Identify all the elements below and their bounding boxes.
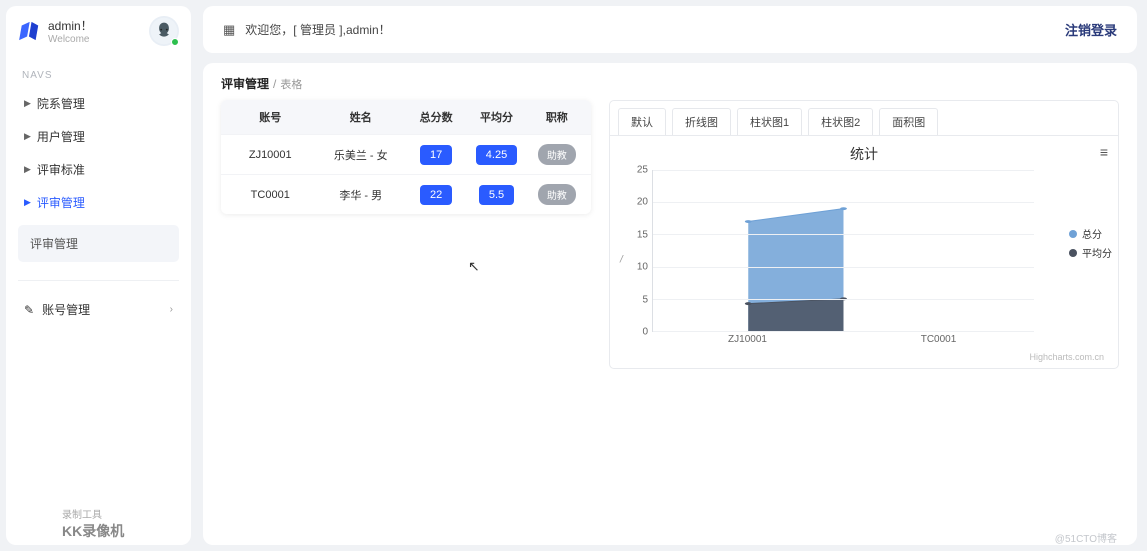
content-panel: 评审管理/表格 账号 姓名 总分数 平均分 职称 ZJ10001 乐美兰 - 女… xyxy=(203,63,1137,545)
cell-id: ZJ10001 xyxy=(225,149,316,161)
user-block: admin！ Welcome xyxy=(18,16,179,46)
chart-credit: Highcharts.com.cn xyxy=(618,350,1110,364)
chart-card: 默认 折线图 柱状图1 柱状图2 面积图 ≡ 统计 / 0510152025 xyxy=(609,100,1119,369)
tab-default[interactable]: 默认 xyxy=(618,108,666,136)
y-axis: 0510152025 xyxy=(624,170,648,332)
sidebar-item-account[interactable]: ✎ 账号管理 › xyxy=(18,293,179,326)
title-badge: 助教 xyxy=(538,184,576,205)
status-dot-icon xyxy=(171,38,179,46)
col-total: 总分数 xyxy=(406,109,466,125)
x-axis: ZJ10001TC0001 xyxy=(652,334,1034,350)
sidebar-item-label: 用户管理 xyxy=(37,128,85,145)
area-chart-svg xyxy=(653,170,1034,331)
col-avg: 平均分 xyxy=(466,109,526,125)
legend-swatch-icon xyxy=(1069,230,1077,238)
chart-plot: / 0510152025 ZJ10001TC0001 xyxy=(652,170,1034,350)
sidebar-item-dept[interactable]: ▶ 院系管理 xyxy=(18,87,179,120)
cell-id: TC0001 xyxy=(225,189,316,201)
pencil-icon: ✎ xyxy=(24,303,34,317)
user-name: admin！ xyxy=(48,17,141,34)
sidebar-item-review[interactable]: ▶ 评审管理 xyxy=(18,186,179,219)
table-row[interactable]: ZJ10001 乐美兰 - 女 17 4.25 助教 xyxy=(221,134,591,174)
total-badge: 22 xyxy=(420,185,452,205)
divider xyxy=(18,280,179,281)
chevron-right-icon: › xyxy=(170,304,173,315)
cell-name: 李华 - 男 xyxy=(316,187,407,203)
data-table: 账号 姓名 总分数 平均分 职称 ZJ10001 乐美兰 - 女 17 4.25… xyxy=(221,100,591,214)
app-logo-icon xyxy=(16,20,42,42)
total-badge: 17 xyxy=(420,145,452,165)
legend-item[interactable]: 总分 xyxy=(1069,226,1112,241)
tab-bar1[interactable]: 柱状图1 xyxy=(737,108,802,136)
col-name: 姓名 xyxy=(316,109,407,125)
chart-grid xyxy=(652,170,1034,332)
welcome-text: 欢迎您，[ 管理员 ],admin！ xyxy=(245,21,390,38)
caret-right-icon: ▶ xyxy=(24,98,31,109)
breadcrumb-main: 评审管理 xyxy=(221,77,269,91)
footer-watermark: @51CTO博客 xyxy=(1055,530,1117,545)
y-axis-label: / xyxy=(620,255,623,266)
sidebar-item-user[interactable]: ▶ 用户管理 xyxy=(18,120,179,153)
chart-menu-icon[interactable]: ≡ xyxy=(1100,144,1108,160)
caret-right-icon: ▶ xyxy=(24,164,31,175)
chart-legend: 总分 平均分 xyxy=(1069,226,1112,264)
recorder-watermark: 录制工具 KK录像机 xyxy=(62,506,124,541)
caret-right-icon: ▶ xyxy=(24,131,31,142)
sidebar-subitem-review[interactable]: 评审管理 xyxy=(18,225,179,262)
breadcrumb: 评审管理/表格 xyxy=(221,75,1119,92)
sidebar-item-label: 账号管理 xyxy=(42,301,90,318)
user-role: Welcome xyxy=(48,34,141,45)
table-header-row: 账号 姓名 总分数 平均分 职称 xyxy=(221,100,591,134)
main: ▦ 欢迎您，[ 管理员 ],admin！ 注销登录 评审管理/表格 账号 姓名 … xyxy=(203,6,1137,545)
tab-bar2[interactable]: 柱状图2 xyxy=(808,108,873,136)
chart-tabs: 默认 折线图 柱状图1 柱状图2 面积图 xyxy=(610,101,1118,135)
avg-badge: 4.25 xyxy=(476,145,517,165)
title-badge: 助教 xyxy=(538,144,576,165)
logout-button[interactable]: 注销登录 xyxy=(1065,20,1117,39)
tab-line[interactable]: 折线图 xyxy=(672,108,731,136)
cell-name: 乐美兰 - 女 xyxy=(316,147,407,163)
avg-badge: 5.5 xyxy=(479,185,514,205)
chart-title: 统计 xyxy=(618,144,1110,164)
header-bar: ▦ 欢迎您，[ 管理员 ],admin！ 注销登录 xyxy=(203,6,1137,53)
col-id: 账号 xyxy=(225,109,316,125)
avatar[interactable] xyxy=(149,16,179,46)
table-row[interactable]: TC0001 李华 - 男 22 5.5 助教 xyxy=(221,174,591,214)
breadcrumb-sub: 表格 xyxy=(280,79,302,91)
caret-right-icon: ▶ xyxy=(24,197,31,208)
sidebar: admin！ Welcome NAVS ▶ 院系管理 ▶ 用户管理 ▶ 评审标准 ▶ 评… xyxy=(6,6,191,545)
sidebar-item-label: 院系管理 xyxy=(37,95,85,112)
chart-body: ≡ 统计 / 0510152025 ZJ10001TC0001 总分 xyxy=(610,135,1118,368)
dashboard-icon[interactable]: ▦ xyxy=(223,22,235,38)
nav-header: NAVS xyxy=(22,70,179,81)
col-title: 职称 xyxy=(527,109,587,125)
sidebar-item-criteria[interactable]: ▶ 评审标准 xyxy=(18,153,179,186)
legend-item[interactable]: 平均分 xyxy=(1069,245,1112,260)
legend-swatch-icon xyxy=(1069,249,1077,257)
sidebar-item-label: 评审管理 xyxy=(37,194,85,211)
sidebar-item-label: 评审标准 xyxy=(37,161,85,178)
tab-area[interactable]: 面积图 xyxy=(879,108,938,136)
